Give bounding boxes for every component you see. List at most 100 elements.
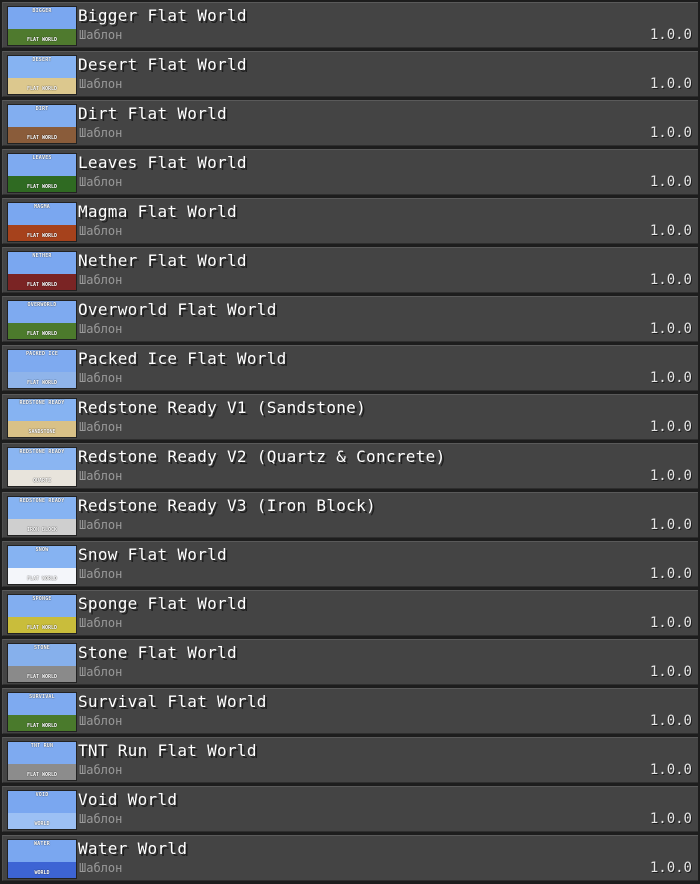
template-row-panel[interactable]: WATER WORLD Water World Шаблон 1.0.0 [2,835,698,881]
template-row-panel[interactable]: REDSTONE READY IRON BLOCK Redstone Ready… [2,492,698,538]
template-type-label: Шаблон [79,371,123,385]
template-row-panel[interactable]: SNOW FLAT WORLD Snow Flat World Шаблон 1… [2,541,698,587]
template-row-panel[interactable]: REDSTONE READY SANDSTONE Redstone Ready … [2,394,698,440]
template-version: 1.0.0 [649,125,692,141]
template-type-label: Шаблон [79,567,123,581]
thumbnail-subtitle: FLAT WORLD [26,576,58,582]
template-row-panel[interactable]: LEAVES FLAT WORLD Leaves Flat World Шабл… [2,149,698,195]
template-thumbnail: PACKED ICE FLAT WORLD [7,349,77,389]
thumbnail-subtitle: FLAT WORLD [26,674,58,680]
thumbnail-title: DIRT [35,106,49,112]
thumbnail-subtitle: FLAT WORLD [26,135,58,141]
template-title: Overworld Flat World [78,300,277,319]
template-row[interactable]: LEAVES FLAT WORLD Leaves Flat World Шабл… [0,147,700,196]
template-thumbnail: NETHER FLAT WORLD [7,251,77,291]
template-row-panel[interactable]: STONE FLAT WORLD Stone Flat World Шаблон… [2,639,698,685]
template-row[interactable]: DESERT FLAT WORLD Desert Flat World Шабл… [0,49,700,98]
template-version: 1.0.0 [649,860,692,876]
template-thumbnail: STONE FLAT WORLD [7,643,77,683]
thumbnail-subtitle: FLAT WORLD [26,37,58,43]
template-thumbnail: REDSTONE READY IRON BLOCK [7,496,77,536]
thumbnail-title: WATER [33,841,51,847]
template-list: BIGGER FLAT WORLD Bigger Flat World Шабл… [0,0,700,884]
template-title: Snow Flat World [78,545,227,564]
template-title: Magma Flat World [78,202,237,221]
template-type-label: Шаблон [79,77,123,91]
template-row[interactable]: SNOW FLAT WORLD Snow Flat World Шаблон 1… [0,539,700,588]
template-row-panel[interactable]: TNT RUN FLAT WORLD TNT Run Flat World Ша… [2,737,698,783]
template-version: 1.0.0 [649,762,692,778]
thumbnail-subtitle: FLAT WORLD [26,625,58,631]
template-title: Nether Flat World [78,251,247,270]
template-row[interactable]: TNT RUN FLAT WORLD TNT Run Flat World Ша… [0,735,700,784]
template-thumbnail: LEAVES FLAT WORLD [7,153,77,193]
template-row-panel[interactable]: MAGMA FLAT WORLD Magma Flat World Шаблон… [2,198,698,244]
template-thumbnail: DIRT FLAT WORLD [7,104,77,144]
template-row[interactable]: MAGMA FLAT WORLD Magma Flat World Шаблон… [0,196,700,245]
template-row[interactable]: SURVIVAL FLAT WORLD Survival Flat World … [0,686,700,735]
template-row-panel[interactable]: NETHER FLAT WORLD Nether Flat World Шабл… [2,247,698,293]
template-type-label: Шаблон [79,126,123,140]
thumbnail-subtitle: FLAT WORLD [26,772,58,778]
template-title: Redstone Ready V3 (Iron Block) [78,496,376,515]
template-title: Sponge Flat World [78,594,247,613]
template-version: 1.0.0 [649,566,692,582]
template-type-label: Шаблон [79,714,123,728]
thumbnail-subtitle: WORLD [34,821,50,827]
template-row[interactable]: STONE FLAT WORLD Stone Flat World Шаблон… [0,637,700,686]
template-row[interactable]: PACKED ICE FLAT WORLD Packed Ice Flat Wo… [0,343,700,392]
template-version: 1.0.0 [649,517,692,533]
template-version: 1.0.0 [649,223,692,239]
template-row[interactable]: DIRT FLAT WORLD Dirt Flat World Шаблон 1… [0,98,700,147]
template-row[interactable]: WATER WORLD Water World Шаблон 1.0.0 [0,833,700,882]
template-title: Redstone Ready V2 (Quartz & Concrete) [78,447,446,466]
thumbnail-subtitle: FLAT WORLD [26,86,58,92]
template-type-label: Шаблон [79,273,123,287]
template-row[interactable]: REDSTONE READY IRON BLOCK Redstone Ready… [0,490,700,539]
thumbnail-subtitle: FLAT WORLD [26,282,58,288]
template-type-label: Шаблон [79,322,123,336]
thumbnail-subtitle: FLAT WORLD [26,331,58,337]
template-row[interactable]: NETHER FLAT WORLD Nether Flat World Шабл… [0,245,700,294]
template-row-panel[interactable]: REDSTONE READY QUARTZ Redstone Ready V2 … [2,443,698,489]
template-row[interactable]: VOID WORLD Void World Шаблон 1.0.0 [0,784,700,833]
template-title: Redstone Ready V1 (Sandstone) [78,398,367,417]
template-row[interactable]: REDSTONE READY QUARTZ Redstone Ready V2 … [0,441,700,490]
template-thumbnail: MAGMA FLAT WORLD [7,202,77,242]
template-type-label: Шаблон [79,518,123,532]
template-thumbnail: SPONGE FLAT WORLD [7,594,77,634]
template-row[interactable]: SPONGE FLAT WORLD Sponge Flat World Шабл… [0,588,700,637]
template-version: 1.0.0 [649,76,692,92]
thumbnail-subtitle: FLAT WORLD [26,723,58,729]
template-row-panel[interactable]: OVERWORLD FLAT WORLD Overworld Flat Worl… [2,296,698,342]
template-type-label: Шаблон [79,175,123,189]
thumbnail-subtitle: QUARTZ [32,478,52,484]
thumbnail-title: SNOW [35,547,49,553]
template-row-panel[interactable]: SURVIVAL FLAT WORLD Survival Flat World … [2,688,698,734]
thumbnail-title: VOID [35,792,49,798]
thumbnail-title: BIGGER [32,8,52,14]
template-version: 1.0.0 [649,664,692,680]
template-row-panel[interactable]: VOID WORLD Void World Шаблон 1.0.0 [2,786,698,832]
template-thumbnail: TNT RUN FLAT WORLD [7,741,77,781]
thumbnail-title: REDSTONE READY [19,400,65,406]
template-version: 1.0.0 [649,468,692,484]
template-row[interactable]: REDSTONE READY SANDSTONE Redstone Ready … [0,392,700,441]
thumbnail-title: SPONGE [32,596,52,602]
thumbnail-subtitle: IRON BLOCK [26,527,58,533]
template-row[interactable]: BIGGER FLAT WORLD Bigger Flat World Шабл… [0,0,700,49]
template-row-panel[interactable]: SPONGE FLAT WORLD Sponge Flat World Шабл… [2,590,698,636]
template-type-label: Шаблон [79,224,123,238]
template-row[interactable]: OVERWORLD FLAT WORLD Overworld Flat Worl… [0,294,700,343]
template-thumbnail: SURVIVAL FLAT WORLD [7,692,77,732]
template-row-panel[interactable]: DIRT FLAT WORLD Dirt Flat World Шаблон 1… [2,100,698,146]
template-row-panel[interactable]: DESERT FLAT WORLD Desert Flat World Шабл… [2,51,698,97]
thumbnail-subtitle: WORLD [34,870,50,876]
thumbnail-title: SURVIVAL [29,694,55,700]
template-row-panel[interactable]: BIGGER FLAT WORLD Bigger Flat World Шабл… [2,2,698,48]
template-title: Water World [78,839,188,858]
thumbnail-title: OVERWORLD [27,302,57,308]
template-row-panel[interactable]: PACKED ICE FLAT WORLD Packed Ice Flat Wo… [2,345,698,391]
template-version: 1.0.0 [649,174,692,190]
template-type-label: Шаблон [79,763,123,777]
